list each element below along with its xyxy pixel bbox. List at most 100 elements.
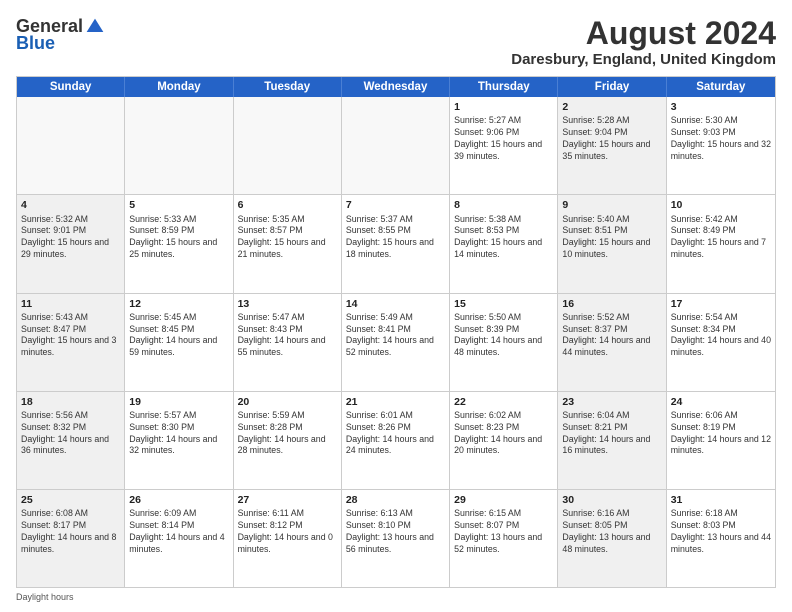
day-num-17: 17 (671, 297, 771, 311)
day-num-7: 7 (346, 198, 445, 212)
cal-cell-5-7: 31Sunrise: 6:18 AM Sunset: 8:03 PM Dayli… (667, 490, 775, 587)
cal-cell-4-5: 22Sunrise: 6:02 AM Sunset: 8:23 PM Dayli… (450, 392, 558, 489)
day-num-11: 11 (21, 297, 120, 311)
cal-cell-4-6: 23Sunrise: 6:04 AM Sunset: 8:21 PM Dayli… (558, 392, 666, 489)
cal-cell-5-3: 27Sunrise: 6:11 AM Sunset: 8:12 PM Dayli… (234, 490, 342, 587)
cal-cell-2-3: 6 Sunrise: 5:35 AM Sunset: 8:57 PM Daylig… (234, 195, 342, 292)
logo-icon (85, 17, 105, 37)
cell-info-11: Sunrise: 5:43 AM Sunset: 8:47 PM Dayligh… (21, 312, 120, 360)
cal-week-1: 1Sunrise: 5:27 AM Sunset: 9:06 PM Daylig… (17, 97, 775, 195)
cell-info-9: Sunrise: 5:40 AM Sunset: 8:51 PM Dayligh… (562, 214, 661, 262)
cal-cell-2-2: 5 Sunrise: 5:33 AM Sunset: 8:59 PM Daylig… (125, 195, 233, 292)
day-num-13: 13 (238, 297, 337, 311)
cal-cell-2-4: 7 Sunrise: 5:37 AM Sunset: 8:55 PM Daylig… (342, 195, 450, 292)
cell-info-14: Sunrise: 5:49 AM Sunset: 8:41 PM Dayligh… (346, 312, 445, 360)
cal-cell-3-3: 13Sunrise: 5:47 AM Sunset: 8:43 PM Dayli… (234, 294, 342, 391)
day-num-19: 19 (129, 395, 228, 409)
day-num-3: 3 (671, 100, 771, 114)
header-tuesday: Tuesday (234, 77, 342, 97)
cell-info-30: Sunrise: 6:16 AM Sunset: 8:05 PM Dayligh… (562, 508, 661, 556)
day-num-9: 9 (562, 198, 661, 212)
cal-cell-2-5: 8Sunrise: 5:38 AM Sunset: 8:53 PM Daylig… (450, 195, 558, 292)
day-num-23: 23 (562, 395, 661, 409)
cell-info-24: Sunrise: 6:06 AM Sunset: 8:19 PM Dayligh… (671, 410, 771, 458)
cell-info-21: Sunrise: 6:01 AM Sunset: 8:26 PM Dayligh… (346, 410, 445, 458)
cal-cell-1-1 (17, 97, 125, 194)
day-num-15: 15 (454, 297, 553, 311)
day-num-26: 26 (129, 493, 228, 507)
cal-week-3: 11Sunrise: 5:43 AM Sunset: 8:47 PM Dayli… (17, 294, 775, 392)
cell-info-6: Sunrise: 5:35 AM Sunset: 8:57 PM Dayligh… (238, 214, 337, 262)
day-num-21: 21 (346, 395, 445, 409)
day-num-28: 28 (346, 493, 445, 507)
cell-info-16: Sunrise: 5:52 AM Sunset: 8:37 PM Dayligh… (562, 312, 661, 360)
cell-info-1: Sunrise: 5:27 AM Sunset: 9:06 PM Dayligh… (454, 115, 553, 163)
day-num-22: 22 (454, 395, 553, 409)
cell-info-22: Sunrise: 6:02 AM Sunset: 8:23 PM Dayligh… (454, 410, 553, 458)
title-section: August 2024 Daresbury, England, United K… (511, 16, 776, 68)
day-num-6: 6 (238, 198, 337, 212)
cell-info-8: Sunrise: 5:38 AM Sunset: 8:53 PM Dayligh… (454, 214, 553, 262)
header-thursday: Thursday (450, 77, 558, 97)
day-num-24: 24 (671, 395, 771, 409)
calendar-header: Sunday Monday Tuesday Wednesday Thursday… (17, 77, 775, 97)
cell-info-18: Sunrise: 5:56 AM Sunset: 8:32 PM Dayligh… (21, 410, 120, 458)
cell-info-19: Sunrise: 5:57 AM Sunset: 8:30 PM Dayligh… (129, 410, 228, 458)
cal-cell-1-5: 1Sunrise: 5:27 AM Sunset: 9:06 PM Daylig… (450, 97, 558, 194)
day-num-2: 2 (562, 100, 661, 114)
cal-cell-5-1: 25Sunrise: 6:08 AM Sunset: 8:17 PM Dayli… (17, 490, 125, 587)
cal-cell-4-7: 24Sunrise: 6:06 AM Sunset: 8:19 PM Dayli… (667, 392, 775, 489)
cal-cell-3-6: 16Sunrise: 5:52 AM Sunset: 8:37 PM Dayli… (558, 294, 666, 391)
day-num-18: 18 (21, 395, 120, 409)
day-num-29: 29 (454, 493, 553, 507)
cell-info-20: Sunrise: 5:59 AM Sunset: 8:28 PM Dayligh… (238, 410, 337, 458)
calendar-body: 1Sunrise: 5:27 AM Sunset: 9:06 PM Daylig… (17, 97, 775, 587)
page-header: General Blue August 2024 Daresbury, Engl… (16, 16, 776, 68)
cal-cell-1-3 (234, 97, 342, 194)
calendar: Sunday Monday Tuesday Wednesday Thursday… (16, 76, 776, 588)
day-num-4: 4 (21, 198, 120, 212)
day-num-1: 1 (454, 100, 553, 114)
day-num-10: 10 (671, 198, 771, 212)
header-wednesday: Wednesday (342, 77, 450, 97)
location-subtitle: Daresbury, England, United Kingdom (511, 51, 776, 68)
cal-cell-3-2: 12Sunrise: 5:45 AM Sunset: 8:45 PM Dayli… (125, 294, 233, 391)
cal-cell-1-4 (342, 97, 450, 194)
header-friday: Friday (558, 77, 666, 97)
cal-cell-1-2 (125, 97, 233, 194)
cell-info-15: Sunrise: 5:50 AM Sunset: 8:39 PM Dayligh… (454, 312, 553, 360)
cal-cell-5-4: 28Sunrise: 6:13 AM Sunset: 8:10 PM Dayli… (342, 490, 450, 587)
cell-info-27: Sunrise: 6:11 AM Sunset: 8:12 PM Dayligh… (238, 508, 337, 556)
cal-cell-4-4: 21Sunrise: 6:01 AM Sunset: 8:26 PM Dayli… (342, 392, 450, 489)
cal-week-4: 18Sunrise: 5:56 AM Sunset: 8:32 PM Dayli… (17, 392, 775, 490)
cell-info-7: Sunrise: 5:37 AM Sunset: 8:55 PM Dayligh… (346, 214, 445, 262)
cell-info-13: Sunrise: 5:47 AM Sunset: 8:43 PM Dayligh… (238, 312, 337, 360)
cell-info-23: Sunrise: 6:04 AM Sunset: 8:21 PM Dayligh… (562, 410, 661, 458)
logo: General Blue (16, 16, 105, 54)
cal-week-2: 4 Sunrise: 5:32 AM Sunset: 9:01 PM Daylig… (17, 195, 775, 293)
cal-cell-3-4: 14Sunrise: 5:49 AM Sunset: 8:41 PM Dayli… (342, 294, 450, 391)
day-num-31: 31 (671, 493, 771, 507)
cell-info-31: Sunrise: 6:18 AM Sunset: 8:03 PM Dayligh… (671, 508, 771, 556)
logo-blue: Blue (16, 33, 55, 54)
cell-info-28: Sunrise: 6:13 AM Sunset: 8:10 PM Dayligh… (346, 508, 445, 556)
cal-cell-2-6: 9 Sunrise: 5:40 AM Sunset: 8:51 PM Daylig… (558, 195, 666, 292)
cal-week-5: 25Sunrise: 6:08 AM Sunset: 8:17 PM Dayli… (17, 490, 775, 587)
day-num-14: 14 (346, 297, 445, 311)
day-num-5: 5 (129, 198, 228, 212)
footer-note: Daylight hours (16, 592, 776, 602)
cell-info-5: Sunrise: 5:33 AM Sunset: 8:59 PM Dayligh… (129, 214, 228, 262)
cal-cell-5-6: 30Sunrise: 6:16 AM Sunset: 8:05 PM Dayli… (558, 490, 666, 587)
cell-info-2: Sunrise: 5:28 AM Sunset: 9:04 PM Dayligh… (562, 115, 661, 163)
cell-info-25: Sunrise: 6:08 AM Sunset: 8:17 PM Dayligh… (21, 508, 120, 556)
day-num-27: 27 (238, 493, 337, 507)
cal-cell-1-7: 3Sunrise: 5:30 AM Sunset: 9:03 PM Daylig… (667, 97, 775, 194)
month-year-title: August 2024 (511, 16, 776, 51)
cell-info-17: Sunrise: 5:54 AM Sunset: 8:34 PM Dayligh… (671, 312, 771, 360)
cell-info-10: Sunrise: 5:42 AM Sunset: 8:49 PM Dayligh… (671, 214, 771, 262)
day-num-12: 12 (129, 297, 228, 311)
cell-info-12: Sunrise: 5:45 AM Sunset: 8:45 PM Dayligh… (129, 312, 228, 360)
cell-info-26: Sunrise: 6:09 AM Sunset: 8:14 PM Dayligh… (129, 508, 228, 556)
header-saturday: Saturday (667, 77, 775, 97)
cell-info-4: Sunrise: 5:32 AM Sunset: 9:01 PM Dayligh… (21, 214, 120, 262)
